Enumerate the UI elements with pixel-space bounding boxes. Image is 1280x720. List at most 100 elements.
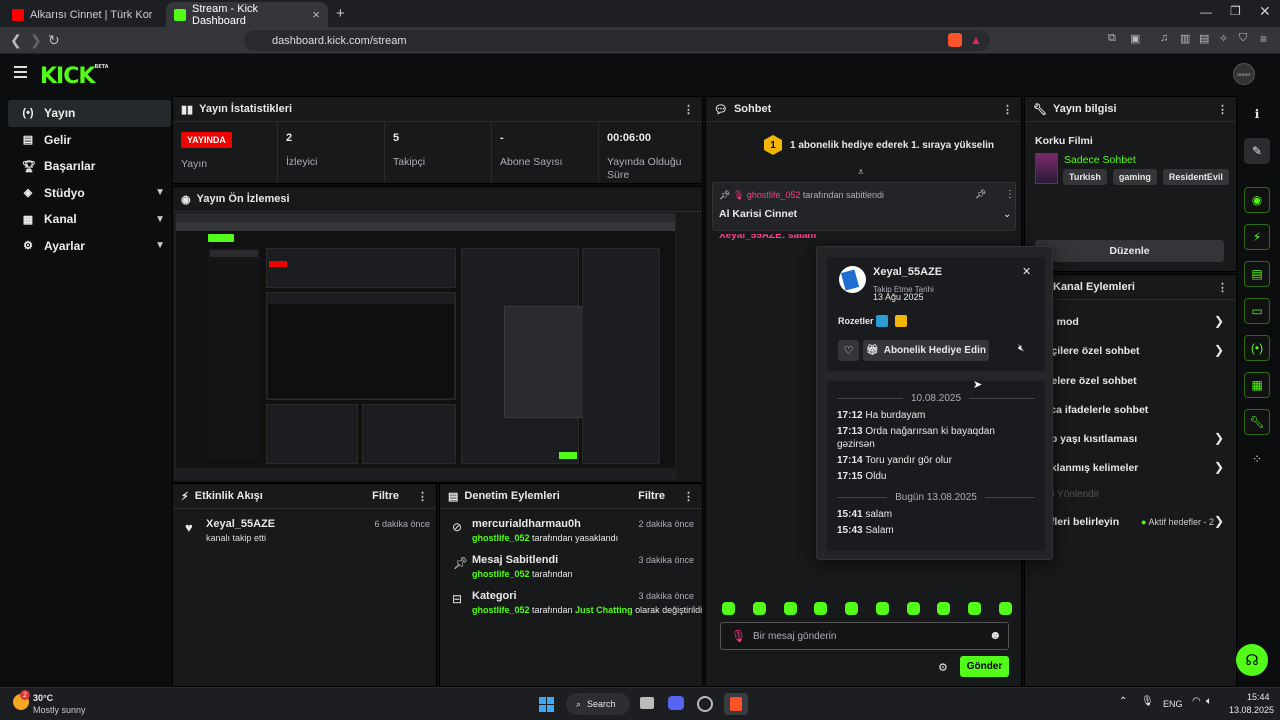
emote-icon[interactable] [968, 602, 982, 615]
document-icon: ▤ [448, 490, 459, 503]
action-row[interactable]: ış mod ❯ [1025, 308, 1238, 337]
more-icon[interactable]: ⋮ [1217, 281, 1228, 294]
panel-header: 💬︎ Sohbet ⋮ [706, 97, 1021, 122]
sidebar-item-studyo[interactable]: ◈ Stüdyo ▼ [8, 180, 171, 207]
task-view-icon[interactable] [640, 697, 654, 709]
tag[interactable]: ResidentEvil [1162, 169, 1229, 185]
browser-tab-1[interactable]: Alkarısı Cinnet | Türk Korku Filmi Tek [4, 2, 162, 27]
edit-icon[interactable]: ✎ [1244, 138, 1270, 164]
emote-icon[interactable] [875, 602, 889, 615]
brave-taskbar-icon[interactable] [724, 693, 748, 715]
apps-icon[interactable]: ⁘ [1244, 446, 1270, 472]
clock-time[interactable]: 15:44 [1247, 692, 1270, 702]
brave-rewards-icon[interactable]: ▲ [970, 33, 982, 47]
brave-shield-icon[interactable] [948, 33, 962, 47]
action-row[interactable]: ap yaşı kısıtlaması ❯ [1025, 425, 1238, 454]
sidebar-toggle-icon[interactable]: ▥ [1180, 32, 1190, 45]
emote-icon[interactable] [906, 602, 920, 615]
reload-icon[interactable]: ↻ [48, 32, 60, 49]
forward-icon[interactable]: ❯ [30, 32, 42, 49]
menu-icon[interactable]: ≡ [1260, 32, 1267, 46]
windows-start-icon[interactable] [539, 697, 554, 712]
kick-logo[interactable]: KICKBETA [40, 64, 109, 89]
send-button[interactable]: Gönder [960, 656, 1009, 677]
back-icon[interactable]: ❮ [10, 32, 22, 49]
emote-icon[interactable] [752, 602, 766, 615]
channel-actions-icon[interactable]: ▦ [1244, 372, 1270, 398]
action-row[interactable]: efleri belirleyin ● Aktif hedefler - 2 ❯ [1025, 508, 1238, 537]
stat-subscribers: - Abone Sayısı [492, 122, 599, 182]
more-icon[interactable]: ⋮ [1217, 103, 1228, 116]
stream-preview-video[interactable] [175, 213, 676, 480]
microphone-icon[interactable]: 🎙︎ [1141, 696, 1154, 707]
wifi-icon[interactable]: ◠ [1192, 696, 1201, 707]
emoji-icon[interactable]: ☻ [989, 628, 1002, 642]
clock-date[interactable]: 13.08.2025 [1229, 705, 1274, 715]
tag[interactable]: Turkish [1063, 169, 1107, 185]
chevron-down-icon[interactable]: ⌄ [1003, 209, 1011, 220]
emote-icon[interactable] [998, 602, 1012, 615]
emote-icon[interactable] [783, 602, 797, 615]
app-icon[interactable] [697, 696, 713, 712]
browser-tab-2[interactable]: Stream - Kick Dashboard × [166, 2, 328, 27]
close-tab-icon[interactable]: × [312, 7, 320, 22]
bolt-icon[interactable]: ⚡︎ [1244, 224, 1270, 250]
chat-input[interactable]: 🎙︎ Bir mesaj gönderin ☻ [720, 622, 1009, 650]
filter-button[interactable]: Filtre [638, 490, 665, 502]
leo-ai-icon[interactable]: ✧ [1219, 32, 1228, 45]
tray-overflow-icon[interactable]: ⌃ [1119, 696, 1127, 707]
follow-heart-icon[interactable]: ♡ [838, 340, 859, 361]
sidebar-item-ayarlar[interactable]: ⚙ Ayarlar ▼ [8, 233, 171, 260]
support-icon[interactable]: ☊ [1236, 644, 1268, 676]
screenshot-icon[interactable]: ▣ [1130, 32, 1140, 45]
volume-icon[interactable]: 🔈︎ [1206, 696, 1212, 707]
filter-button[interactable]: Filtre [372, 490, 399, 502]
emote-icon[interactable] [722, 602, 735, 615]
sidebar-item-gelir[interactable]: ▤ Gelir [8, 127, 171, 154]
settings-icon[interactable]: ⚙ [938, 661, 948, 674]
unpin-icon[interactable]: 📌︎ [975, 189, 986, 200]
new-tab-icon[interactable]: + [336, 5, 345, 22]
sidebar-item-basarilar[interactable]: 🏆︎ Başarılar [8, 153, 171, 180]
chevron-right-icon: ❯ [1213, 460, 1224, 475]
tag[interactable]: gaming [1112, 169, 1157, 185]
sidebar-item-kanal[interactable]: ▦ Kanal ▼ [8, 206, 171, 233]
minimize-icon[interactable]: — [1200, 5, 1212, 19]
user-avatar[interactable]: GHOST [1233, 63, 1255, 85]
wallet-icon[interactable]: ▤ [1199, 32, 1209, 45]
emote-icon[interactable] [845, 602, 859, 615]
category-name[interactable]: Sadece Sohbet [1064, 154, 1136, 166]
document-icon[interactable]: ▤ [1244, 261, 1270, 287]
collapse-icon[interactable]: ⩡ [858, 167, 864, 178]
mute-icon[interactable]: 🔇︎ [1018, 343, 1024, 354]
language-indicator[interactable]: ENG [1163, 699, 1183, 709]
edit-button[interactable]: Düzenle [1035, 240, 1224, 262]
more-icon[interactable]: ⋮ [1005, 189, 1015, 200]
action-row[interactable]: aklanmış kelimeler ❯ [1025, 454, 1238, 483]
more-icon[interactable]: ⋮ [683, 490, 694, 503]
vpn-icon[interactable]: ⛉ [1239, 32, 1247, 45]
gift-sub-button[interactable]: 🎁︎ Abonelik Hediye Edin [863, 340, 989, 361]
action-row[interactable]: oçilere özel sohbet ❯ [1025, 337, 1238, 366]
info-icon[interactable]: ℹ [1244, 101, 1270, 127]
media-icon[interactable]: ♫ [1160, 32, 1168, 44]
sidebar-item-yayin[interactable]: (•) Yayın [8, 100, 171, 127]
more-icon[interactable]: ⋮ [417, 490, 428, 503]
chat-icon[interactable]: ▭ [1244, 298, 1270, 324]
wrench-icon[interactable]: 🔧︎ [1244, 409, 1270, 435]
broadcast-icon[interactable]: (•) [1244, 335, 1270, 361]
more-icon[interactable]: ⋮ [683, 103, 694, 116]
preview-icon[interactable]: ◉ [1244, 187, 1270, 213]
close-icon[interactable]: ✕ [1022, 265, 1031, 278]
restore-icon[interactable]: ❐ [1230, 4, 1241, 18]
discord-icon[interactable] [668, 696, 684, 710]
url-field[interactable]: dashboard.kick.com/stream [244, 30, 990, 51]
extensions-icon[interactable]: ⧉ [1108, 32, 1116, 45]
gift-leaderboard-banner[interactable]: 1 1 abonelik hediye ederek 1. sıraya yük… [764, 135, 994, 155]
more-icon[interactable]: ⋮ [1002, 103, 1013, 116]
taskbar-search[interactable]: ⌕ Search [566, 693, 630, 715]
emote-icon[interactable] [814, 602, 828, 615]
hamburger-menu-icon[interactable] [14, 66, 27, 78]
close-window-icon[interactable]: ✕ [1259, 3, 1271, 20]
emote-icon[interactable] [937, 602, 951, 615]
